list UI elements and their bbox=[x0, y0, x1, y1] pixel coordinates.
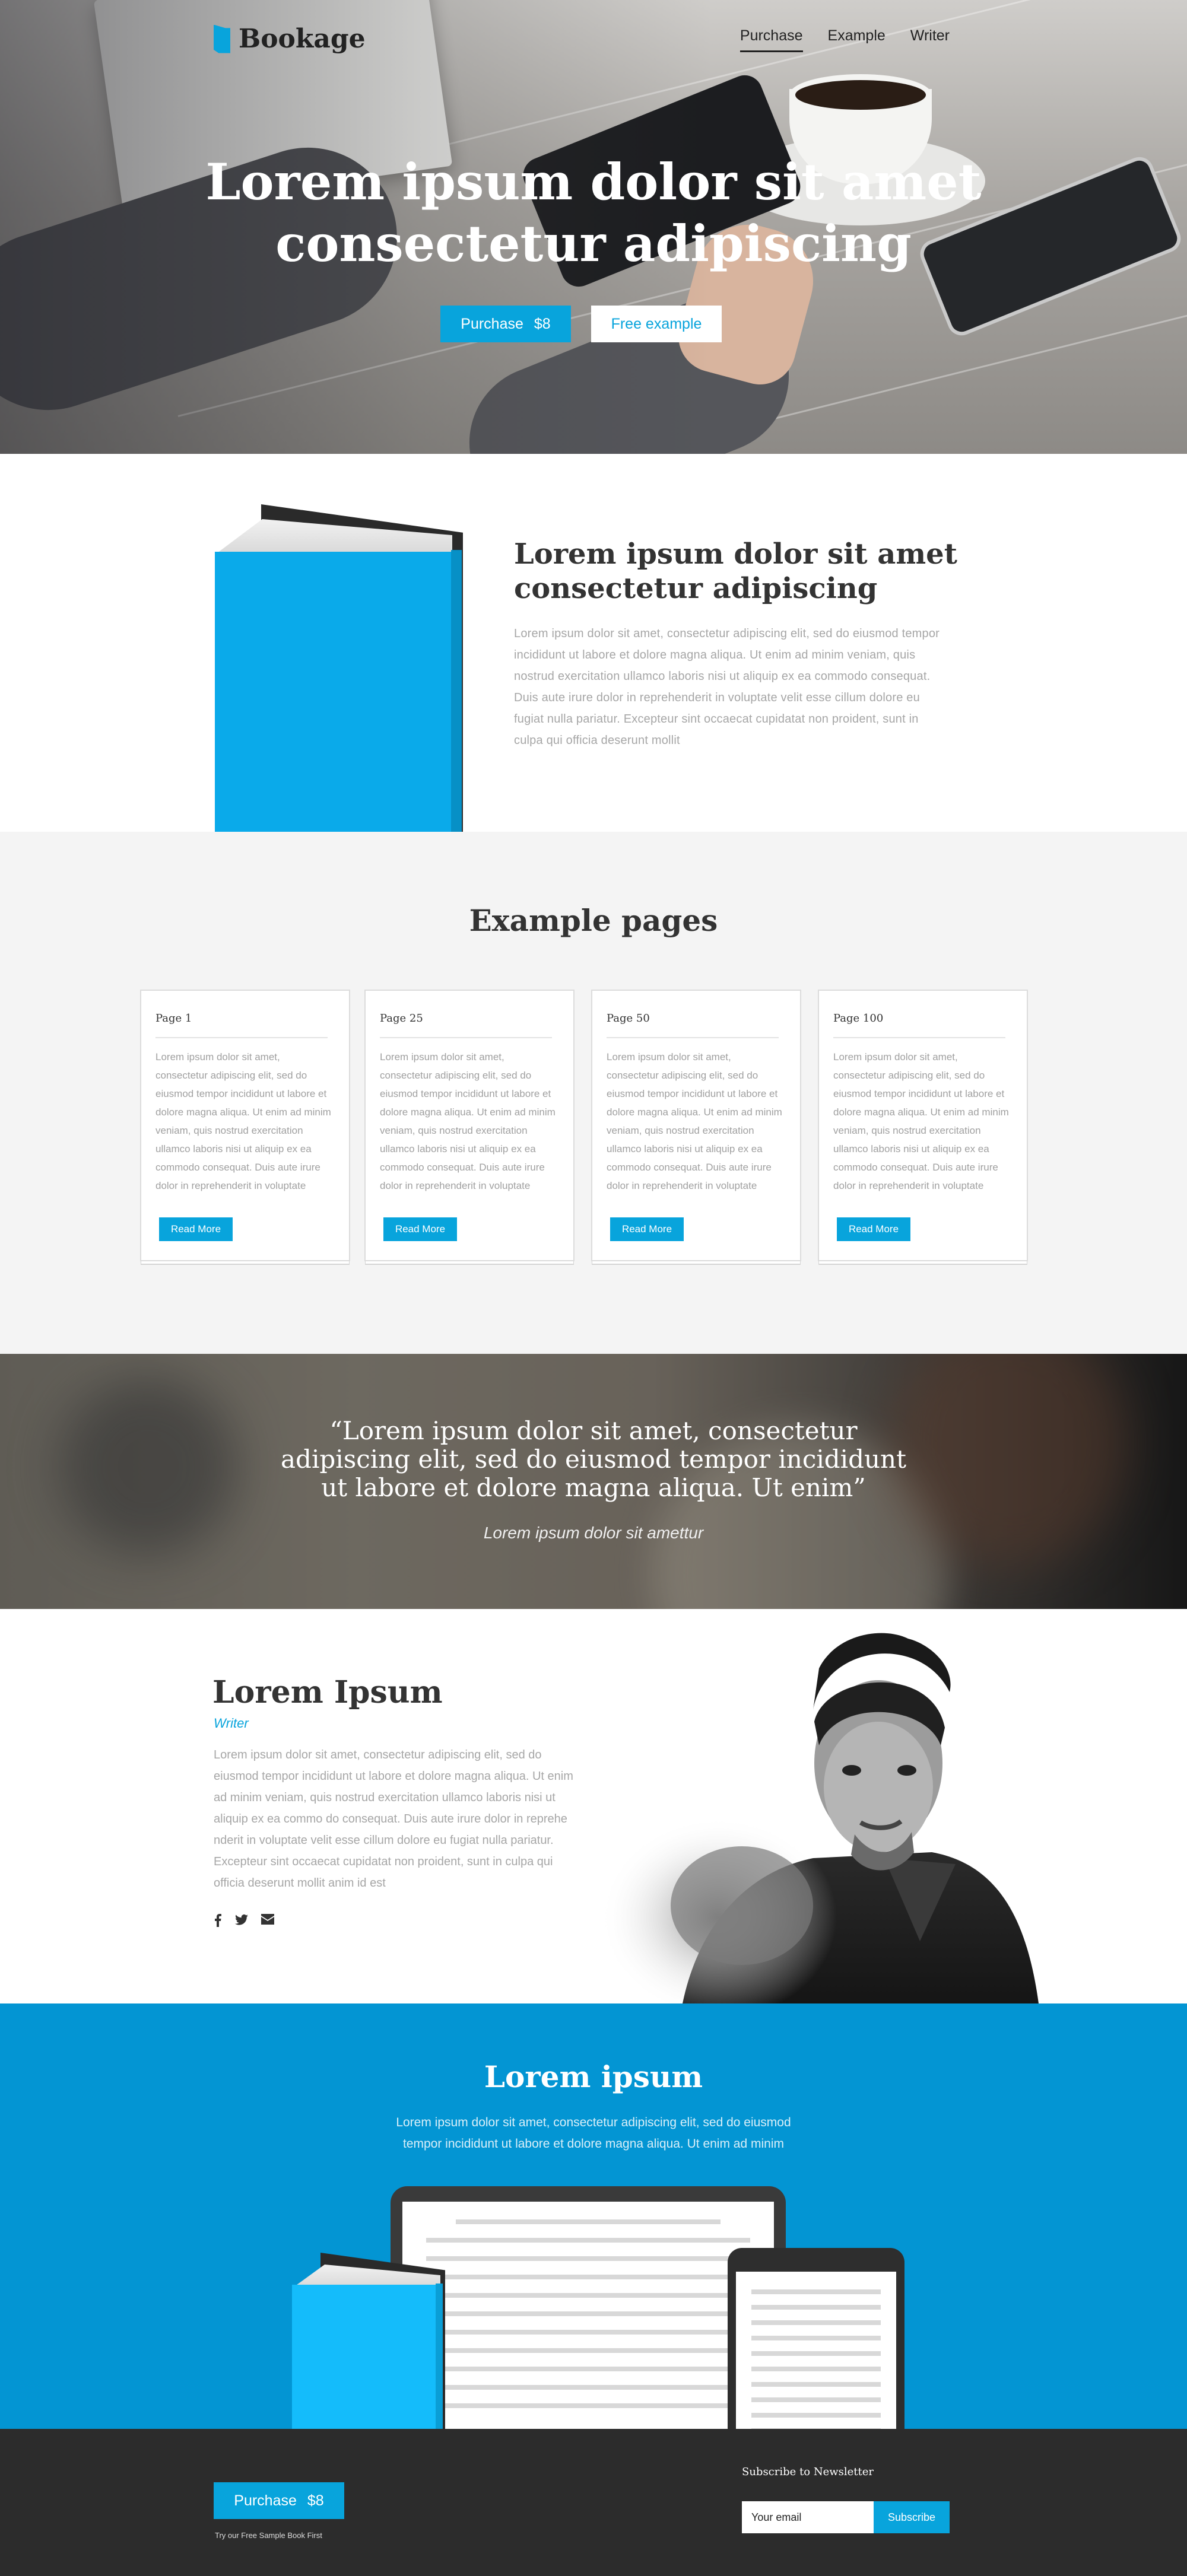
cta-text-line1: Lorem ipsum dolor sit amet, consectetur … bbox=[396, 2116, 791, 2129]
read-more-button[interactable]: Read More bbox=[383, 1217, 457, 1241]
text-line bbox=[751, 2289, 881, 2294]
book-spine bbox=[451, 550, 462, 832]
footer-purchase-button[interactable]: Purchase $8 bbox=[214, 2482, 344, 2519]
laptop-illustration bbox=[391, 2186, 786, 2429]
about-book-section: Lorem ipsum dolor sit amet consectetur a… bbox=[0, 454, 1187, 832]
quote-text: “Lorem ipsum dolor sit amet, consectetur… bbox=[0, 1417, 1187, 1502]
card-text: Lorem ipsum dolor sit amet, consectetur … bbox=[380, 1051, 556, 1191]
writer-section: Lorem Ipsum Writer Lorem ipsum dolor sit… bbox=[0, 1609, 1187, 2003]
text-line bbox=[751, 2413, 881, 2418]
purchase-price: $8 bbox=[534, 315, 551, 332]
text-line bbox=[426, 2238, 750, 2243]
card-text: Lorem ipsum dolor sit amet, consectetur … bbox=[607, 1051, 782, 1191]
quote-line1: “Lorem ipsum dolor sit amet, consectetur bbox=[329, 1416, 858, 1445]
social-links bbox=[214, 1914, 274, 1927]
quote-author: Lorem ipsum dolor sit amettur bbox=[483, 1524, 704, 1542]
card-divider bbox=[833, 1037, 1005, 1038]
examples-title: Example pages bbox=[469, 903, 718, 938]
text-line bbox=[426, 2330, 750, 2335]
purchase-label: Purchase bbox=[461, 315, 523, 332]
email-icon[interactable] bbox=[261, 1914, 274, 1925]
cta-section: Lorem ipsum Lorem ipsum dolor sit amet, … bbox=[0, 2003, 1187, 2429]
card-title: Page 100 bbox=[833, 1012, 884, 1025]
book-spine bbox=[436, 2284, 443, 2429]
hero-title-line1: Lorem ipsum dolor sit amet bbox=[205, 152, 982, 211]
purchase-label: Purchase bbox=[234, 2492, 297, 2509]
hero-title-line2: consectetur adipiscing bbox=[275, 214, 912, 273]
tablet-screen bbox=[736, 2272, 896, 2429]
newsletter-label: Subscribe to Newsletter bbox=[742, 2466, 874, 2478]
laptop-screen bbox=[402, 2202, 774, 2429]
text-line bbox=[426, 2403, 750, 2408]
text-line bbox=[456, 2219, 721, 2224]
cta-title: Lorem ipsum bbox=[484, 2059, 703, 2094]
hero-section: Bookage Purchase Example Writer Lorem ip… bbox=[0, 0, 1187, 454]
card-title: Page 50 bbox=[607, 1012, 650, 1025]
quote-section: “Lorem ipsum dolor sit amet, consectetur… bbox=[0, 1354, 1187, 1609]
card-divider bbox=[607, 1037, 779, 1038]
newsletter-email-input[interactable] bbox=[742, 2501, 874, 2533]
about-text: Lorem ipsum dolor sit amet, consectetur … bbox=[514, 627, 940, 747]
free-example-button[interactable]: Free example bbox=[591, 306, 722, 342]
read-more-button[interactable]: Read More bbox=[837, 1217, 910, 1241]
card-title: Page 25 bbox=[380, 1012, 423, 1025]
nav-example[interactable]: Example bbox=[828, 27, 886, 52]
twitter-icon[interactable] bbox=[235, 1914, 248, 1926]
about-title-line2: consectetur adipiscing bbox=[514, 572, 878, 605]
hero-title: Lorem ipsum dolor sit amet consectetur a… bbox=[0, 151, 1187, 275]
text-line bbox=[751, 2351, 881, 2356]
nav-purchase[interactable]: Purchase bbox=[740, 27, 803, 52]
quote-line2: adipiscing elit, sed do eiusmod tempor i… bbox=[281, 1445, 906, 1474]
free-sample-note: Try our Free Sample Book First bbox=[215, 2531, 322, 2540]
purchase-price: $8 bbox=[307, 2492, 324, 2509]
example-card: Page 25 Lorem ipsum dolor sit amet, cons… bbox=[364, 990, 575, 1261]
text-line bbox=[751, 2305, 881, 2310]
example-card: Page 50 Lorem ipsum dolor sit amet, cons… bbox=[591, 990, 801, 1261]
text-line bbox=[426, 2348, 750, 2353]
card-divider bbox=[380, 1037, 552, 1038]
card-title: Page 1 bbox=[155, 1012, 192, 1025]
text-line bbox=[426, 2367, 750, 2371]
card-text: Lorem ipsum dolor sit amet, consectetur … bbox=[833, 1051, 1009, 1191]
text-line bbox=[751, 2382, 881, 2387]
purchase-button[interactable]: Purchase $8 bbox=[440, 306, 571, 342]
book-front-cover bbox=[292, 2285, 436, 2429]
tablet-illustration bbox=[728, 2248, 904, 2429]
text-line bbox=[751, 2320, 881, 2325]
subscribe-button[interactable]: Subscribe bbox=[874, 2501, 950, 2533]
read-more-button[interactable]: Read More bbox=[610, 1217, 684, 1241]
writer-name: Lorem Ipsum bbox=[212, 1674, 443, 1710]
writer-portrait-image bbox=[599, 1633, 1039, 2003]
example-card: Page 100 Lorem ipsum dolor sit amet, con… bbox=[818, 990, 1028, 1261]
card-divider bbox=[155, 1037, 328, 1038]
example-card: Page 1 Lorem ipsum dolor sit amet, conse… bbox=[140, 990, 350, 1261]
text-line bbox=[426, 2385, 750, 2390]
example-pages-section: Example pages Page 1 Lorem ipsum dolor s… bbox=[0, 832, 1187, 1354]
cta-text: Lorem ipsum dolor sit amet, consectetur … bbox=[0, 2112, 1187, 2155]
facebook-icon[interactable] bbox=[214, 1914, 222, 1927]
quote-line3: ut labore et dolore magna aliqua. Ut eni… bbox=[321, 1473, 866, 1502]
logo[interactable]: Bookage bbox=[214, 24, 366, 54]
footer: Purchase $8 Try our Free Sample Book Fir… bbox=[0, 2429, 1187, 2576]
about-title: Lorem ipsum dolor sit amet consectetur a… bbox=[514, 537, 989, 606]
book-logo-icon bbox=[214, 24, 230, 53]
cta-text-line2: tempor incididunt ut labore et dolore ma… bbox=[402, 2137, 784, 2151]
card-text: Lorem ipsum dolor sit amet, consectetur … bbox=[155, 1051, 331, 1191]
text-line bbox=[751, 2367, 881, 2371]
about-title-line1: Lorem ipsum dolor sit amet bbox=[514, 538, 957, 571]
book-front-cover bbox=[215, 552, 451, 832]
writer-role: Writer bbox=[214, 1716, 249, 1731]
nav-writer[interactable]: Writer bbox=[910, 27, 950, 52]
text-line bbox=[426, 2293, 750, 2298]
logo-text: Bookage bbox=[239, 24, 366, 54]
text-line bbox=[426, 2256, 750, 2261]
text-line bbox=[751, 2336, 881, 2340]
text-line bbox=[751, 2397, 881, 2402]
main-nav: Purchase Example Writer bbox=[740, 27, 950, 52]
text-line bbox=[426, 2275, 750, 2279]
text-line bbox=[426, 2311, 750, 2316]
read-more-button[interactable]: Read More bbox=[159, 1217, 233, 1241]
